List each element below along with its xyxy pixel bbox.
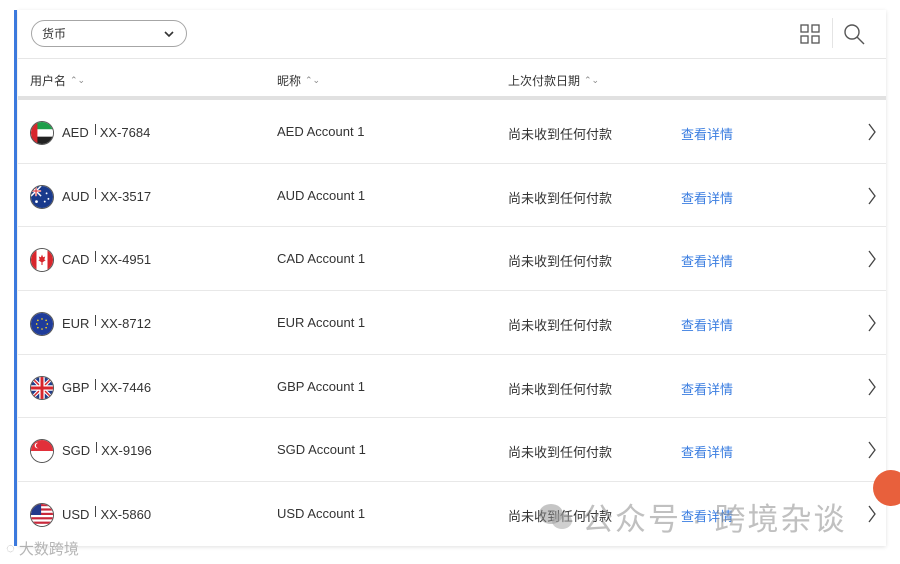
separator — [95, 187, 97, 199]
header-last-payment[interactable]: 上次付款日期 ⌃⌄ — [508, 72, 599, 89]
account-number: XX-7446 — [100, 379, 152, 395]
separator — [96, 442, 98, 454]
view-details-link[interactable]: 查看详情 — [681, 442, 733, 461]
header-username[interactable]: 用户名 ⌃⌄ — [30, 72, 85, 89]
header-last-payment-label: 上次付款日期 — [508, 74, 581, 88]
table-body: AED XX-7684 AED Account 1 尚未收到任何付款 查看详情 — [18, 100, 886, 546]
chevron-right-icon[interactable] — [866, 504, 878, 524]
table-row[interactable]: USD XX-5860 USD Account 1 尚未收到任何付款 查看详情 — [18, 482, 886, 546]
table-row[interactable]: GBP XX-7446 GBP Account 1 尚未收到任何付款 查看详情 — [18, 355, 886, 419]
nickname-cell: SGD Account 1 — [277, 442, 366, 458]
table-row[interactable]: AED XX-7684 AED Account 1 尚未收到任何付款 查看详情 — [18, 100, 886, 164]
currency-code: EUR — [62, 316, 90, 332]
view-details-link[interactable]: 查看详情 — [681, 379, 733, 398]
app-root: 货币 用户名 ⌃⌄ 昵称 ⌃⌄ 上次付款日期 ⌃⌄ AED XX-7684 AE… — [0, 0, 900, 564]
table-row[interactable]: SGD XX-9196 SGD Account 1 尚未收到任何付款 查看详情 — [18, 418, 886, 483]
currency-code: AUD — [62, 188, 90, 204]
account-number: XX-9196 — [101, 443, 152, 459]
table-row[interactable]: AUD XX-3517 AUD Account 1 尚未收到任何付款 查看详情 — [18, 164, 886, 228]
view-details-link[interactable]: 查看详情 — [681, 315, 733, 334]
table-row[interactable]: CAD XX-4951 CAD Account 1 尚未收到任何付款 查看详情 — [18, 227, 886, 292]
header-nickname[interactable]: 昵称 ⌃⌄ — [277, 72, 320, 89]
chevron-right-icon[interactable] — [866, 440, 878, 460]
toolbar-divider — [832, 18, 833, 48]
header-nickname-label: 昵称 — [277, 74, 302, 88]
account-number: XX-5860 — [100, 507, 152, 523]
nickname-cell: GBP Account 1 — [277, 378, 365, 394]
separator — [95, 315, 97, 327]
view-details-link[interactable]: 查看详情 — [681, 124, 733, 143]
account-number: XX-4951 — [100, 252, 152, 268]
payment-status: 尚未收到任何付款 — [508, 509, 613, 525]
header-username-label: 用户名 — [30, 74, 67, 88]
nickname-cell: EUR Account 1 — [277, 315, 366, 331]
eu-flag-icon — [30, 312, 54, 337]
username-cell: AUD XX-3517 — [62, 187, 152, 205]
canada-flag-icon — [30, 248, 54, 273]
uk-flag-icon — [30, 375, 54, 400]
currency-select[interactable]: 货币 — [31, 20, 187, 47]
chevron-right-icon[interactable] — [866, 186, 878, 206]
payment-status: 尚未收到任何付款 — [508, 381, 613, 397]
view-details-link[interactable]: 查看详情 — [681, 188, 733, 207]
view-details-link[interactable]: 查看详情 — [681, 251, 733, 270]
chevron-right-icon[interactable] — [866, 249, 878, 269]
chevron-right-icon[interactable] — [866, 377, 878, 397]
separator — [94, 124, 96, 135]
sort-icon: ⌃⌄ — [70, 75, 86, 85]
nickname-cell: AUD Account 1 — [277, 187, 366, 203]
chevron-down-icon — [164, 30, 174, 37]
payment-status: 尚未收到任何付款 — [508, 318, 613, 334]
chevron-right-icon[interactable] — [866, 122, 878, 142]
nickname-cell: USD Account 1 — [277, 506, 366, 522]
username-cell: USD XX-5860 — [62, 506, 151, 523]
separator — [95, 378, 97, 390]
chevron-right-icon[interactable] — [866, 313, 878, 333]
account-number: XX-7684 — [99, 125, 151, 140]
payment-status: 尚未收到任何付款 — [508, 127, 613, 142]
currency-code: CAD — [62, 252, 90, 268]
currency-select-label: 货币 — [42, 27, 67, 41]
search-icon[interactable] — [842, 22, 866, 46]
payment-status: 尚未收到任何付款 — [508, 190, 613, 206]
accounts-panel: 货币 用户名 ⌃⌄ 昵称 ⌃⌄ 上次付款日期 ⌃⌄ AED XX-7684 AE… — [18, 10, 886, 546]
username-cell: EUR XX-8712 — [62, 315, 151, 332]
currency-code: USD — [62, 507, 90, 523]
grid-view-icon[interactable] — [798, 22, 822, 46]
australia-flag-icon — [30, 184, 54, 209]
payment-status: 尚未收到任何付款 — [508, 254, 613, 270]
sort-icon: ⌃⌄ — [305, 75, 321, 85]
table-header: 用户名 ⌃⌄ 昵称 ⌃⌄ 上次付款日期 ⌃⌄ — [18, 58, 886, 100]
separator — [95, 251, 97, 263]
uae-flag-icon — [30, 121, 54, 145]
currency-code: GBP — [62, 379, 90, 395]
table-row[interactable]: EUR XX-8712 EUR Account 1 尚未收到任何付款 查看详情 — [18, 291, 886, 355]
username-cell: CAD XX-4951 — [62, 251, 151, 268]
usa-flag-icon — [30, 503, 54, 528]
toolbar: 货币 — [18, 10, 886, 58]
nickname-cell: CAD Account 1 — [277, 251, 366, 267]
account-number: XX-3517 — [100, 188, 152, 204]
username-cell: GBP XX-7446 — [62, 378, 152, 396]
username-cell: SGD XX-9196 — [62, 442, 152, 459]
sort-icon: ⌃⌄ — [584, 75, 600, 85]
view-details-link[interactable]: 查看详情 — [681, 506, 733, 525]
accent-bar — [14, 10, 17, 546]
singapore-flag-icon — [30, 439, 54, 464]
username-cell: AED XX-7684 — [62, 124, 150, 141]
payment-status: 尚未收到任何付款 — [508, 445, 613, 461]
currency-code: SGD — [62, 443, 91, 459]
currency-code: AED — [62, 125, 89, 140]
nickname-cell: AED Account 1 — [277, 124, 365, 139]
account-number: XX-8712 — [100, 316, 152, 332]
separator — [95, 506, 97, 518]
